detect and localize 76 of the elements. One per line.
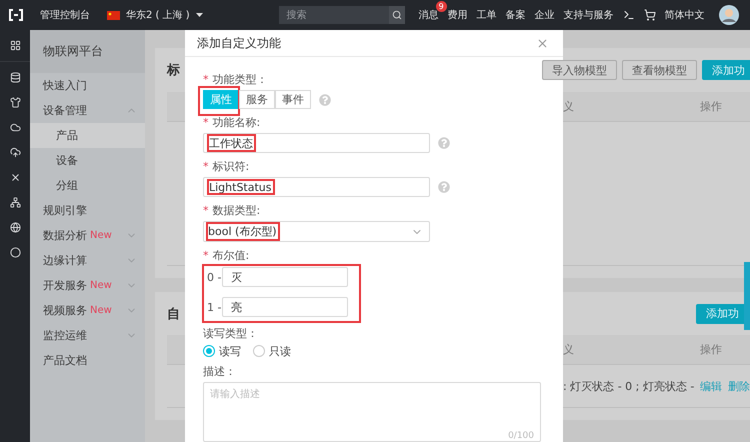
type-tab[interactable]: 服务 [239,90,275,109]
column-header: 操作 [700,342,723,357]
table-cell: : 灯灭状态 - 0 ; 灯亮状态 - [563,378,694,394]
input-field[interactable]: 灭 [222,267,348,287]
search-button[interactable] [388,6,405,24]
nav-link[interactable]: 费用 [448,8,468,22]
radio-option[interactable]: 读写 [203,344,253,358]
grid-menu-icon[interactable] [10,40,20,51]
cross-icon[interactable] [10,172,20,183]
count-badge: 9 [436,1,447,12]
select-field[interactable]: bool (布尔型) [203,221,430,242]
nav-link[interactable]: 工单 [476,8,497,22]
nav-link[interactable]: 备案 [506,8,526,22]
field-label: 读写类型： [203,327,258,340]
field-label: 布尔值: [212,249,250,262]
char-counter: 0/100 [508,431,534,441]
globe-icon[interactable] [10,222,20,233]
region-selector[interactable]: 华东2 ( 上海 ) [126,8,190,22]
column-header: 义 [563,342,574,357]
placeholder-text: 请输入描述 [210,389,260,400]
input-field[interactable]: 亮 [222,297,348,317]
sidebar-item[interactable]: 规则引擎 [30,198,145,223]
field-label: 功能类型： [212,73,268,86]
action-button[interactable]: 查看物模型 [622,60,697,80]
sidebar-item[interactable]: 监控运维 [30,323,145,348]
shirt-icon[interactable] [10,97,20,108]
sidebar-item[interactable]: 开发服务 New [30,273,145,298]
section-title: 标 [167,62,180,79]
sidebar-item[interactable]: 边缘计算 [30,248,145,273]
flag-icon [107,10,120,20]
field-label: 数据类型: [212,204,260,217]
sidebar-item[interactable]: 分组 [30,173,145,198]
sidebar-item[interactable]: 视频服务 New [30,298,145,323]
action-button[interactable]: 导入物模型 [542,60,617,80]
nav-link[interactable]: 支持与服务 [564,8,614,22]
sidebar-item[interactable]: 数据分析 New [30,223,145,248]
value-prefix: 1 - [207,300,222,314]
cart-icon[interactable] [644,9,656,21]
radio-option[interactable]: 只读 [253,344,303,358]
circle-icon[interactable] [10,247,20,258]
required-mark: * [203,249,208,262]
value-prefix: 0 - [207,270,222,284]
section-title: 自 [167,306,180,322]
column-header: 操作 [700,99,723,114]
database-icon[interactable] [10,72,20,83]
required-mark: * [203,160,208,173]
sidebar-item[interactable]: 设备 [30,148,145,173]
console-title[interactable]: 管理控制台 [40,8,90,22]
close-button[interactable] [536,36,549,50]
network-icon[interactable] [10,197,20,208]
sidebar-item[interactable]: 设备管理 [30,98,145,123]
caret-icon [196,13,203,17]
field-label: 描述： [203,365,236,378]
sidebar-item[interactable]: 产品 [30,123,145,148]
required-mark: * [203,204,208,217]
nav-link[interactable]: 企业 [534,8,555,22]
sidebar-item[interactable]: 产品文档 [30,348,145,373]
required-mark: * [203,116,208,129]
input-field[interactable]: 工作状态 [203,133,430,153]
required-mark: * [203,73,208,86]
dialog-title: 添加自定义功能 [197,34,281,52]
field-label: 标识符: [212,160,250,173]
column-header: 义 [563,99,574,114]
input-field[interactable]: LightStatus [203,177,430,197]
search-field[interactable]: 搜索 [278,6,389,24]
field-label: 功能名称: [212,116,260,129]
language-selector[interactable]: 简体中文 [664,8,705,22]
sidebar-item[interactable]: 快速入门 [30,73,145,98]
terminal-icon[interactable] [622,9,635,21]
type-tab[interactable]: 事件 [275,90,311,109]
sidebar-title: 物联网平台 [30,30,145,73]
search-icon [392,10,402,20]
cloud-icon[interactable] [10,122,20,133]
cloud-upload-icon[interactable] [10,147,20,158]
avatar-icon[interactable] [718,5,739,25]
logo-icon [8,9,24,21]
